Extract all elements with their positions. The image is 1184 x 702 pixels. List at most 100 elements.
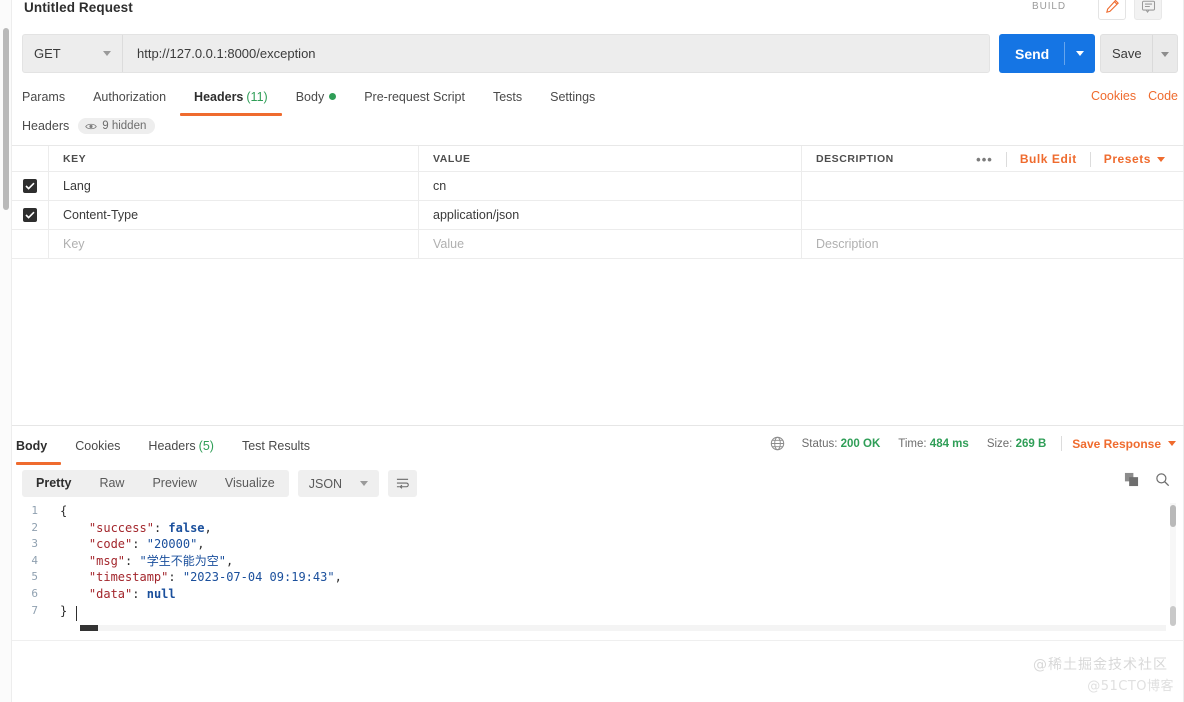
row-description-cell[interactable] xyxy=(802,172,1184,200)
row-checkbox-cell[interactable] xyxy=(12,172,49,200)
vertical-scrollbar-thumb[interactable] xyxy=(1170,505,1176,527)
code-token-pun: : xyxy=(132,586,147,601)
send-chevron-down-icon[interactable] xyxy=(1076,51,1084,56)
row-key-value: Lang xyxy=(63,179,91,193)
tab-headers[interactable]: Headers (11) xyxy=(180,84,282,116)
table-row[interactable]: Lang cn xyxy=(12,172,1184,201)
code-token-pun: : xyxy=(168,570,183,585)
line-number-gutter: 1 2 3 4 5 6 7 xyxy=(12,503,44,628)
code-line: { xyxy=(60,503,1164,520)
request-url-bar: GET http://127.0.0.1:8000/exception xyxy=(22,34,990,73)
chevron-down-icon xyxy=(360,481,369,486)
json-code-content[interactable]: { "success": false, "code": "20000", "ms… xyxy=(60,503,1164,619)
col-value-header: VALUE xyxy=(419,146,802,171)
code-link[interactable]: Code xyxy=(1148,89,1178,103)
http-method-value: GET xyxy=(34,46,61,61)
new-description-placeholder: Description xyxy=(816,237,879,251)
headers-subheader: Headers 9 hidden xyxy=(22,118,156,134)
view-mode-group: Pretty Raw Preview Visualize xyxy=(22,470,289,497)
code-token-key: "success" xyxy=(88,520,154,535)
code-line: "timestamp": "2023-07-04 09:19:43", xyxy=(60,569,1164,586)
row-key-cell[interactable]: Lang xyxy=(49,172,419,200)
response-tab-body[interactable]: Body xyxy=(16,433,62,465)
format-select[interactable]: JSON xyxy=(297,470,380,497)
status-badge: 200 OK xyxy=(840,437,881,450)
new-description-input[interactable]: Description xyxy=(802,230,1184,258)
view-mode-raw[interactable]: Raw xyxy=(85,470,138,497)
comment-glyph xyxy=(1141,0,1155,13)
response-divider xyxy=(12,425,1184,426)
response-tab-cookies[interactable]: Cookies xyxy=(61,433,134,463)
tab-label: Params xyxy=(22,90,66,104)
row-checkbox-cell[interactable] xyxy=(12,230,49,258)
save-chevron-down-icon[interactable] xyxy=(1161,52,1169,57)
copy-icon[interactable] xyxy=(1124,472,1139,487)
checkbox-checked[interactable] xyxy=(23,208,37,222)
code-token-pun: , xyxy=(225,553,234,568)
tab-authorization[interactable]: Authorization xyxy=(79,84,180,114)
row-key-value: Content-Type xyxy=(63,208,139,222)
tab-count: (5) xyxy=(198,439,214,453)
row-checkbox-cell[interactable] xyxy=(12,201,49,229)
save-button[interactable]: Save xyxy=(1100,34,1178,73)
build-label: BUILD xyxy=(1032,1,1066,12)
row-value-value: application/json xyxy=(433,208,520,222)
send-button[interactable]: Send xyxy=(999,34,1095,73)
view-mode-visualize[interactable]: Visualize xyxy=(211,470,289,497)
tab-label: Body xyxy=(16,439,48,453)
tab-pre-request-script[interactable]: Pre-request Script xyxy=(350,84,479,114)
wrap-lines-glyph xyxy=(397,478,409,489)
headers-table: KEY VALUE DESCRIPTION ••• Bulk Edit Pres… xyxy=(12,145,1184,259)
table-row[interactable]: Content-Type application/json xyxy=(12,201,1184,230)
size-label: Size: xyxy=(986,437,1013,450)
wrap-lines-icon[interactable] xyxy=(388,470,418,497)
globe-icon xyxy=(770,436,793,451)
http-method-select[interactable]: GET xyxy=(23,35,123,72)
globe-glyph xyxy=(770,436,784,451)
pencil-glyph xyxy=(1105,0,1119,13)
view-mode-pretty[interactable]: Pretty xyxy=(22,470,85,497)
table-row-placeholder[interactable]: Key Value Description xyxy=(12,230,1184,259)
horizontal-scrollbar-track[interactable] xyxy=(80,625,1166,631)
tab-body[interactable]: Body xyxy=(282,84,351,114)
cookies-link[interactable]: Cookies xyxy=(1091,89,1136,103)
row-value-cell[interactable]: application/json xyxy=(419,201,802,229)
tab-params[interactable]: Params xyxy=(22,84,79,114)
hidden-headers-badge[interactable]: 9 hidden xyxy=(78,118,156,134)
line-number: 5 xyxy=(31,570,38,584)
bulk-edit-button[interactable]: Bulk Edit xyxy=(1007,152,1090,166)
row-value-cell[interactable]: cn xyxy=(419,172,802,200)
tab-tests[interactable]: Tests xyxy=(479,84,536,114)
code-token-str: "2023-07-04 09:19:43" xyxy=(182,570,335,585)
left-scrollbar-thumb[interactable] xyxy=(3,28,9,210)
url-input[interactable]: http://127.0.0.1:8000/exception xyxy=(123,35,989,72)
horizontal-scrollbar-thumb[interactable] xyxy=(80,625,98,631)
search-icon[interactable] xyxy=(1155,472,1170,487)
chevron-down-icon xyxy=(103,51,111,56)
response-tab-headers[interactable]: Headers (5) xyxy=(134,433,228,463)
save-response-button[interactable]: Save Response xyxy=(1068,437,1176,451)
code-token-lit: null xyxy=(146,586,176,601)
vertical-scrollbar-thumb-lower[interactable] xyxy=(1170,606,1176,626)
tab-settings[interactable]: Settings xyxy=(536,84,609,114)
response-tab-test-results[interactable]: Test Results xyxy=(228,433,324,463)
response-body-code[interactable]: 1 2 3 4 5 6 7 { "success": false, "code"… xyxy=(12,503,1184,628)
checkbox-checked[interactable] xyxy=(23,179,37,193)
new-key-input[interactable]: Key xyxy=(49,230,419,258)
presets-button[interactable]: Presets xyxy=(1091,152,1178,166)
col-key-header: KEY xyxy=(49,146,419,171)
tab-label: Authorization xyxy=(93,90,167,104)
row-description-cell[interactable] xyxy=(802,201,1184,229)
col-check xyxy=(12,146,49,171)
comment-icon[interactable] xyxy=(1134,0,1162,20)
more-dots-icon[interactable]: ••• xyxy=(963,152,1006,167)
pencil-icon[interactable] xyxy=(1098,0,1126,20)
chevron-down-icon xyxy=(1168,441,1176,446)
code-line: "code": "20000", xyxy=(60,536,1164,553)
code-token-key: "msg" xyxy=(88,553,126,568)
line-number: 1 xyxy=(31,504,38,517)
new-value-input[interactable]: Value xyxy=(419,230,802,258)
row-key-cell[interactable]: Content-Type xyxy=(49,201,419,229)
view-mode-preview[interactable]: Preview xyxy=(138,470,210,497)
code-token-pun: : xyxy=(132,537,147,552)
